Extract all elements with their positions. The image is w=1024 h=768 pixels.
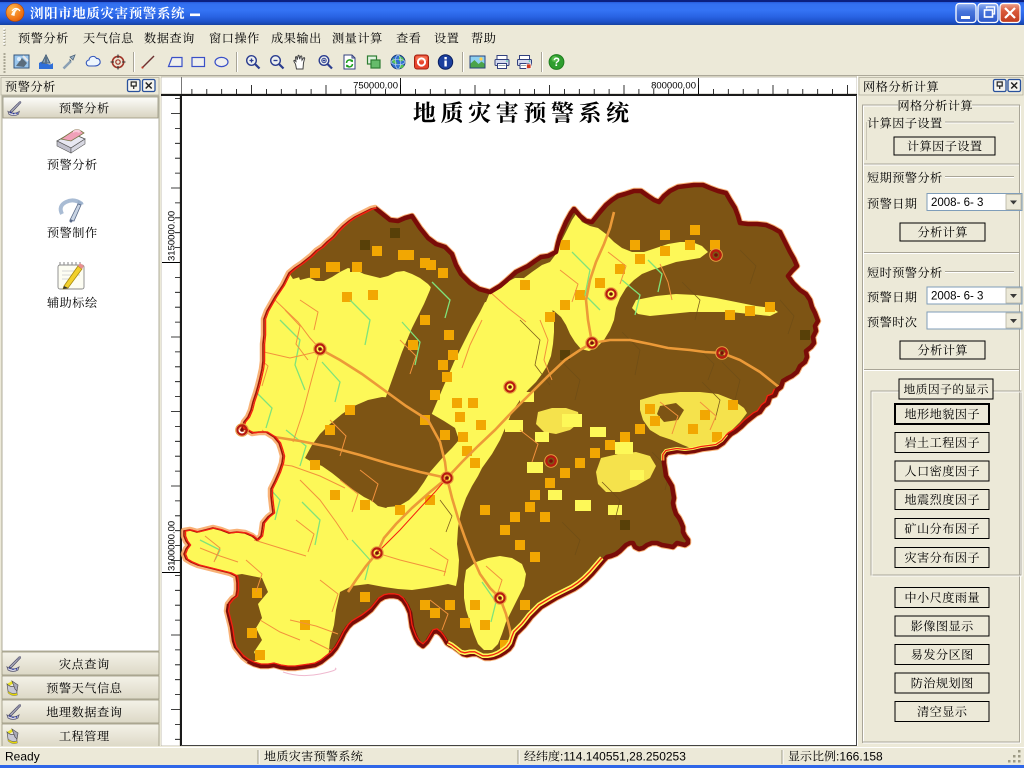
svg-text:800000.00: 800000.00 bbox=[651, 81, 696, 92]
svg-text:3150000.00: 3150000.00 bbox=[167, 211, 178, 261]
svg-text::114.140551,28.250253: :114.140551,28.250253 bbox=[560, 750, 686, 764]
svg-text:2008- 6- 3: 2008- 6- 3 bbox=[931, 197, 983, 209]
svg-text:750000.00: 750000.00 bbox=[353, 81, 398, 92]
svg-text:Ready: Ready bbox=[5, 750, 40, 764]
svg-text::166.158: :166.158 bbox=[836, 750, 883, 764]
svg-text:?: ? bbox=[553, 57, 560, 69]
svg-text:3100000.00: 3100000.00 bbox=[167, 521, 178, 571]
svg-text:2008- 6- 3: 2008- 6- 3 bbox=[931, 291, 983, 303]
